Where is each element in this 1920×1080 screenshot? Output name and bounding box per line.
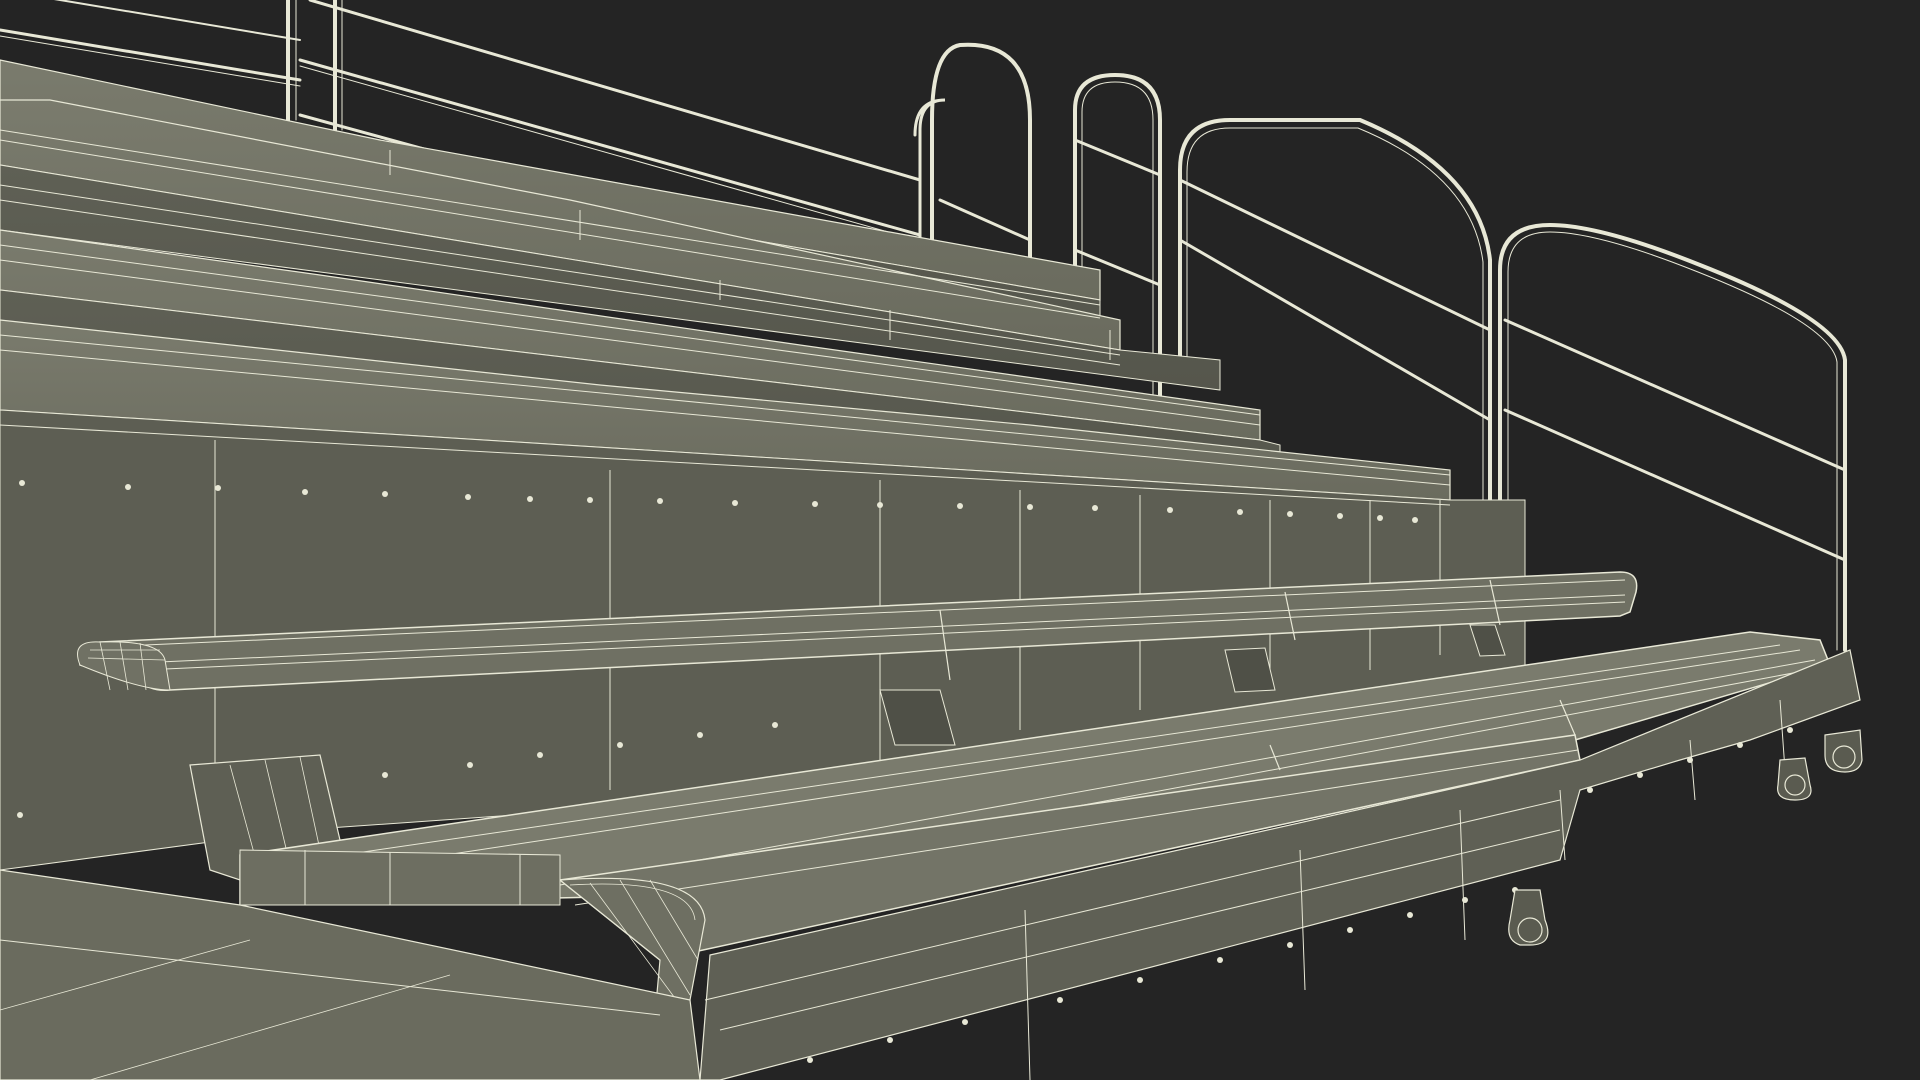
render-viewport: [0, 0, 1920, 1080]
bleacher-render: [0, 0, 1863, 1080]
